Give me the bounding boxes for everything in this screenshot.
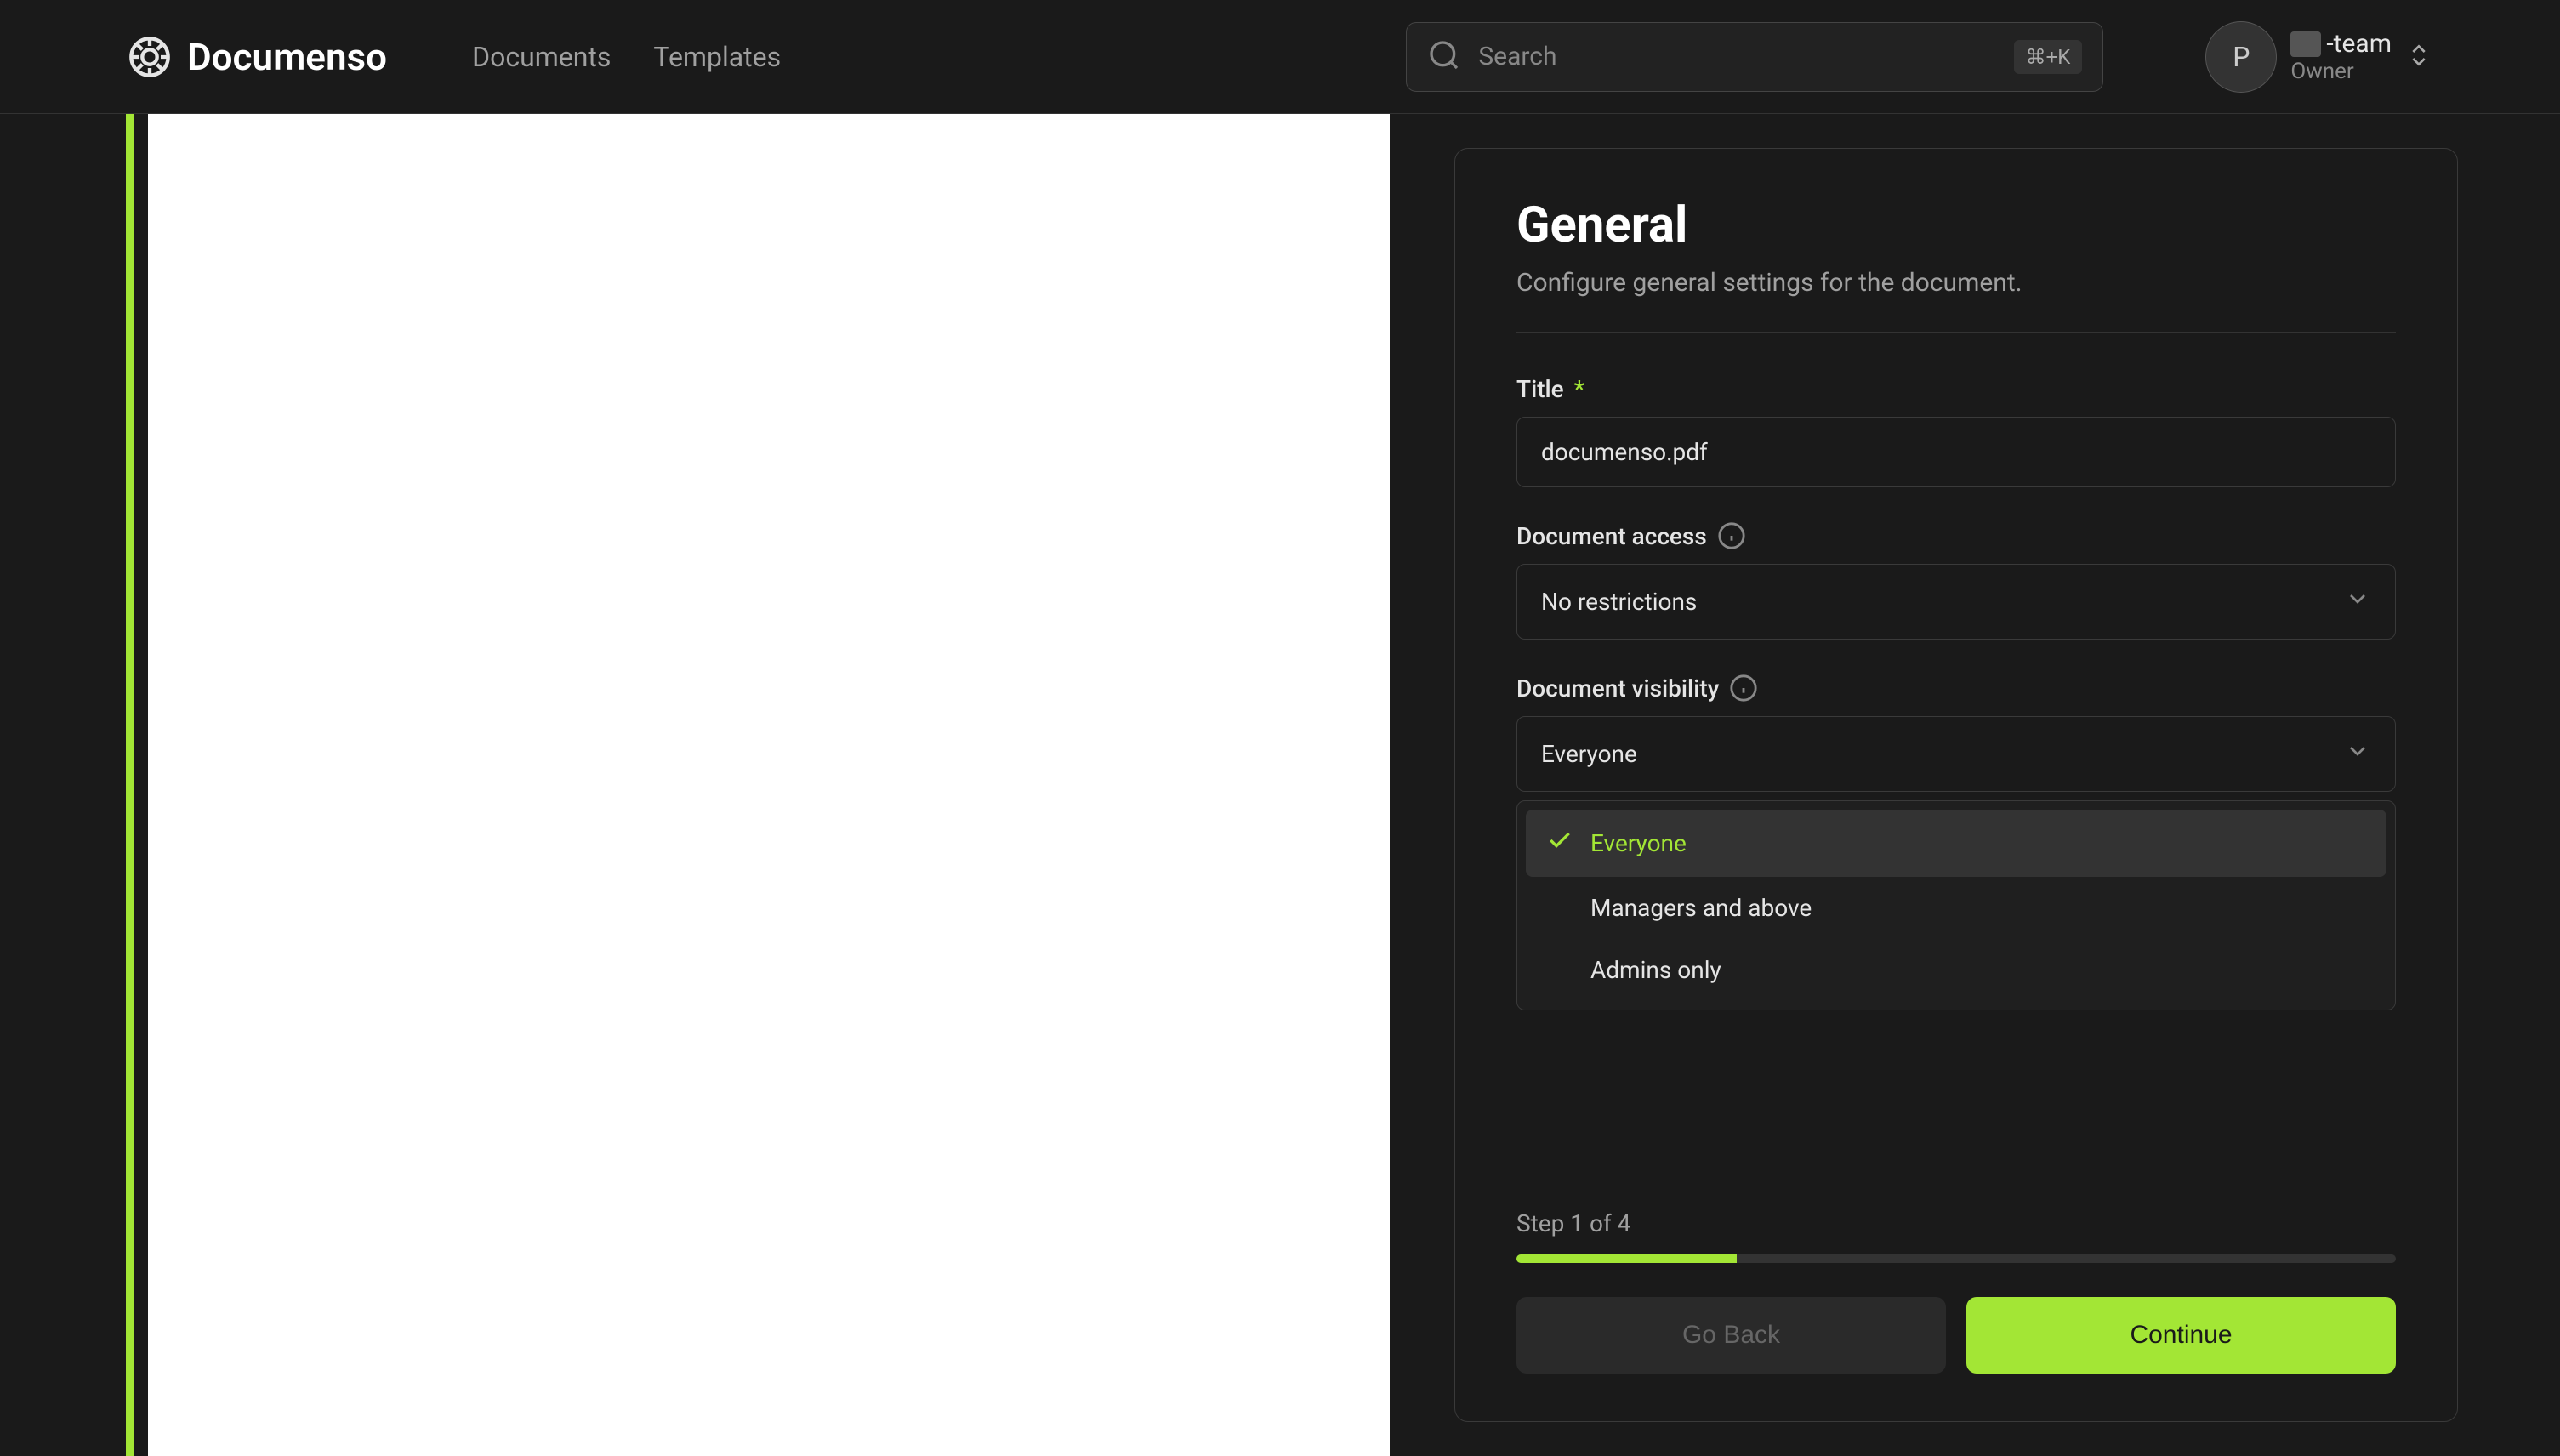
visibility-field-group: Document visibility Everyone [1516, 674, 2396, 1010]
option-managers-label: Managers and above [1590, 894, 1812, 922]
team-name: -team [2290, 29, 2392, 59]
user-role: Owner [2290, 59, 2392, 84]
chevron-down-icon [2344, 737, 2371, 771]
access-label-row: Document access [1516, 521, 2396, 550]
settings-card: General Configure general settings for t… [1454, 148, 2458, 1422]
progress-fill [1516, 1254, 1737, 1263]
visibility-value: Everyone [1541, 740, 1637, 768]
progress-bar [1516, 1254, 2396, 1263]
search-box[interactable]: Search ⌘+K [1406, 22, 2103, 92]
visibility-select[interactable]: Everyone [1516, 716, 2396, 792]
visibility-label-row: Document visibility [1516, 674, 2396, 702]
selector-icon [2405, 35, 2432, 79]
divider [1516, 332, 2396, 333]
access-label: Document access [1516, 522, 1707, 550]
nav-templates[interactable]: Templates [653, 41, 781, 73]
logo-section[interactable]: Documenso [128, 35, 387, 79]
document-preview-area [0, 114, 1395, 1456]
required-indicator: * [1574, 375, 1584, 403]
logo-icon [128, 35, 172, 79]
chevron-down-icon [2344, 585, 2371, 618]
app-header: Documenso Documents Templates Search ⌘+K… [0, 0, 2560, 114]
button-row: Go Back Continue [1516, 1297, 2396, 1374]
nav-links: Documents Templates [472, 41, 781, 73]
title-input[interactable]: documenso.pdf [1516, 417, 2396, 487]
search-placeholder: Search [1478, 42, 1996, 71]
panel-title: General [1516, 196, 2396, 254]
avatar-initial: P [2233, 41, 2250, 73]
go-back-button[interactable]: Go Back [1516, 1297, 1946, 1374]
option-managers[interactable]: Managers and above [1526, 877, 2386, 939]
option-admins[interactable]: Admins only [1526, 939, 2386, 1001]
document-page[interactable] [148, 114, 1390, 1456]
option-everyone-label: Everyone [1590, 829, 1687, 857]
user-menu[interactable]: P -team Owner [2205, 21, 2432, 93]
title-label: Title [1516, 375, 1564, 403]
access-field-group: Document access No restrictions [1516, 521, 2396, 640]
main-content: General Configure general settings for t… [0, 114, 2560, 1456]
settings-sidebar: General Configure general settings for t… [1395, 114, 2560, 1456]
continue-button[interactable]: Continue [1966, 1297, 2396, 1374]
logo-text: Documenso [187, 35, 387, 79]
nav-documents[interactable]: Documents [472, 41, 611, 73]
search-shortcut: ⌘+K [2014, 40, 2083, 74]
info-icon[interactable] [1717, 521, 1746, 550]
panel-subtitle: Configure general settings for the docum… [1516, 268, 2396, 298]
avatar: P [2205, 21, 2277, 93]
check-icon [1546, 827, 1573, 860]
title-label-row: Title * [1516, 375, 2396, 403]
user-info: -team Owner [2290, 29, 2392, 84]
access-select[interactable]: No restrictions [1516, 564, 2396, 640]
visibility-label: Document visibility [1516, 674, 1719, 702]
visibility-dropdown: Everyone Managers and above Admins only [1516, 800, 2396, 1010]
team-suffix: -team [2326, 29, 2392, 59]
search-icon [1427, 38, 1461, 76]
accent-bar [126, 114, 134, 1456]
title-field-group: Title * documenso.pdf [1516, 375, 2396, 487]
option-admins-label: Admins only [1590, 956, 1721, 984]
step-indicator: Step 1 of 4 [1516, 1209, 2396, 1237]
option-everyone[interactable]: Everyone [1526, 810, 2386, 877]
team-name-redacted [2290, 31, 2321, 57]
info-icon[interactable] [1729, 674, 1758, 702]
access-value: No restrictions [1541, 588, 1697, 616]
